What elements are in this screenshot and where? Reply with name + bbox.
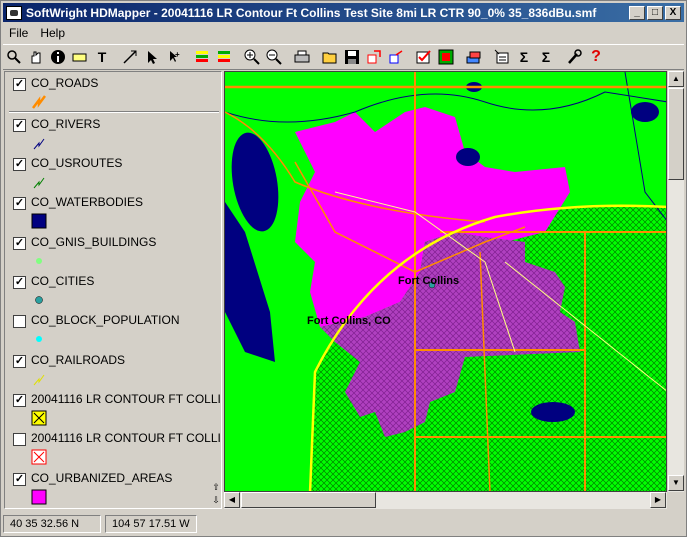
navy-fill-icon [31, 213, 47, 229]
layer-checkbox[interactable]: ✓ [13, 119, 26, 132]
label-icon[interactable] [69, 46, 91, 68]
info-icon[interactable] [47, 46, 69, 68]
print-icon[interactable] [291, 46, 313, 68]
zoom-icon[interactable] [3, 46, 25, 68]
area-label: Fort Collins, CO [307, 315, 391, 327]
layers-icon[interactable] [191, 46, 213, 68]
layer-label: CO_USROUTES [31, 156, 123, 170]
check-icon[interactable] [413, 46, 435, 68]
waterbody [456, 148, 480, 166]
toolbar: T + Σ Σ ? [3, 44, 684, 70]
scroll-right-icon[interactable]: ▶ [650, 492, 666, 508]
vertical-scrollbar[interactable]: ▲ ▼ [667, 71, 684, 492]
zoom-out-icon[interactable] [263, 46, 285, 68]
scroll-down-icon[interactable]: ▼ [668, 475, 684, 491]
layer-checkbox[interactable] [13, 433, 26, 446]
layer-label: CO_GNIS_BUILDINGS [31, 235, 157, 249]
status-bar: 40 35 32.56 N 104 57 17.51 W [3, 513, 684, 535]
theme-icon[interactable] [435, 46, 457, 68]
layer-checkbox[interactable] [13, 315, 26, 328]
svg-text:+: + [175, 50, 180, 59]
app-window: SoftWright HDMapper - 20041116 LR Contou… [0, 0, 687, 537]
legend-scroll-down-icon[interactable]: ⇩ [210, 495, 221, 507]
horizontal-scrollbar[interactable]: ◀ ▶ [224, 492, 667, 509]
yellow-line-icon [33, 374, 45, 386]
app-icon [6, 5, 22, 20]
map-view[interactable]: Fort Collins Fort Collins, CO [224, 71, 667, 492]
layer-label: CO_BLOCK_POPULATION [31, 313, 180, 327]
legend-panel: ✓ CO_ROADS ✓ CO_RIVERS ✓ CO_USROUTES ✓ C… [4, 71, 222, 509]
legend-scroll-up-icon[interactable]: ⇧ [210, 482, 221, 494]
latitude-readout: 40 35 32.56 N [3, 515, 101, 533]
window-title: SoftWright HDMapper - 20041116 LR Contou… [26, 5, 597, 20]
waterbody [631, 102, 659, 122]
layer-checkbox[interactable]: ✓ [13, 394, 26, 407]
properties-icon[interactable] [491, 46, 513, 68]
minimize-button[interactable]: _ [629, 5, 645, 20]
export-alt-icon[interactable] [385, 46, 407, 68]
magenta-fill-icon [31, 489, 47, 505]
wrench-icon[interactable] [563, 46, 585, 68]
layer-label: CO_CITIES [31, 274, 95, 288]
layer-label: CO_RIVERS [31, 117, 101, 131]
yellow-hatch-icon [31, 410, 47, 426]
select-plus-icon[interactable]: + [163, 46, 185, 68]
select-icon[interactable] [141, 46, 163, 68]
orange-line-icon [32, 95, 46, 109]
layer-label: CO_URBANIZED_AREAS [31, 471, 173, 485]
layer-checkbox[interactable]: ✓ [13, 78, 26, 91]
legend-divider [9, 111, 219, 113]
scroll-up-icon[interactable]: ▲ [668, 71, 684, 87]
light-green-dot-icon [36, 258, 42, 264]
vertical-scroll-thumb[interactable] [668, 88, 684, 180]
layer-label: CO_RAILROADS [31, 353, 126, 367]
layer-checkbox[interactable]: ✓ [13, 276, 26, 289]
layer-label: CO_WATERBODIES [31, 195, 144, 209]
layer-label: CO_ROADS [31, 76, 99, 90]
export-icon[interactable] [363, 46, 385, 68]
title-bar: SoftWright HDMapper - 20041116 LR Contou… [3, 3, 684, 22]
close-button[interactable]: X [665, 5, 681, 20]
cyan-dot-icon [36, 336, 42, 342]
zoom-in-icon[interactable] [241, 46, 263, 68]
layer-checkbox[interactable]: ✓ [13, 237, 26, 250]
teal-dot-icon [35, 296, 43, 304]
help-icon[interactable]: ? [585, 46, 607, 68]
longitude-readout: 104 57 17.51 W [105, 515, 197, 533]
blue-line-icon [33, 138, 45, 150]
waterbody [531, 402, 575, 422]
red-hatch-icon [31, 449, 47, 465]
layer-checkbox[interactable]: ✓ [13, 473, 26, 486]
maximize-button[interactable]: □ [647, 5, 663, 20]
layer-checkbox[interactable]: ✓ [13, 158, 26, 171]
layer-label: 20041116 LR CONTOUR FT COLLINS [31, 392, 222, 406]
city-label: Fort Collins [398, 275, 460, 287]
save-icon[interactable] [341, 46, 363, 68]
menu-help[interactable]: Help [34, 26, 71, 40]
menu-bar: File Help [3, 23, 684, 42]
line-icon[interactable] [119, 46, 141, 68]
scroll-left-icon[interactable]: ◀ [224, 492, 240, 508]
menu-file[interactable]: File [3, 26, 34, 40]
layers-edit-icon[interactable] [213, 46, 235, 68]
sum-select-icon[interactable]: Σ [535, 46, 557, 68]
add-layer-icon[interactable] [463, 46, 485, 68]
open-icon[interactable] [319, 46, 341, 68]
green-line-icon [33, 177, 45, 189]
sum-icon[interactable]: Σ [513, 46, 535, 68]
layer-checkbox[interactable]: ✓ [13, 197, 26, 210]
layer-label: 20041116 LR CONTOUR FT COLLINS [31, 431, 222, 445]
horizontal-scroll-thumb[interactable] [241, 492, 376, 508]
pan-icon[interactable] [25, 46, 47, 68]
layer-checkbox[interactable]: ✓ [13, 355, 26, 368]
text-icon[interactable]: T [91, 46, 113, 68]
